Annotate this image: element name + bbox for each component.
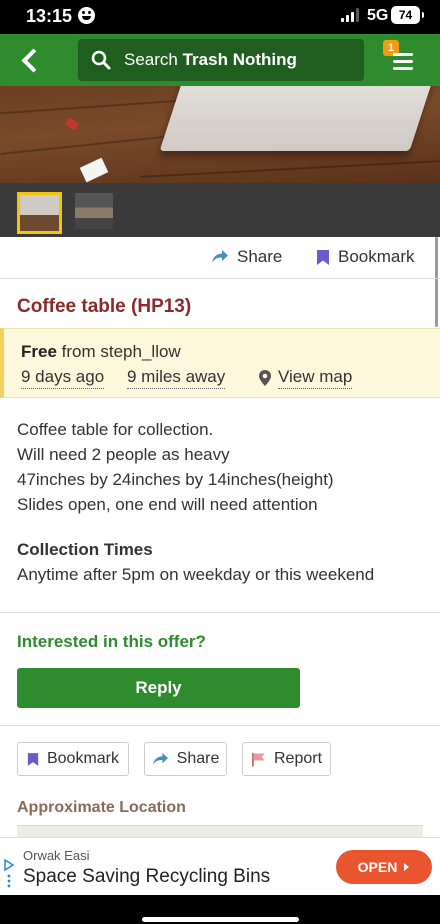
play-arrow-icon xyxy=(404,863,410,871)
listing-content: Share Bookmark Coffee table (HP13) Free … xyxy=(0,237,440,837)
bookmark-icon xyxy=(27,752,39,766)
location-map[interactable] xyxy=(17,825,423,837)
ad-headline: Space Saving Recycling Bins xyxy=(23,866,271,887)
ad-open-button[interactable]: OPEN xyxy=(336,850,432,884)
listing-title: Coffee table (HP13) xyxy=(17,296,192,317)
reply-button[interactable]: Reply xyxy=(17,668,300,708)
collection-times-heading: Collection Times xyxy=(17,540,153,559)
bookmark-link[interactable]: Bookmark xyxy=(316,247,415,267)
offer-info-box: Free from steph_llow 9 days ago 9 miles … xyxy=(0,328,440,398)
report-button[interactable]: Report xyxy=(242,742,331,776)
battery-icon: 74 xyxy=(391,6,424,24)
poster-name[interactable]: from steph_llow xyxy=(62,342,181,361)
share-icon xyxy=(212,250,228,263)
map-pin-icon xyxy=(259,370,271,386)
approximate-location-heading: Approximate Location xyxy=(17,799,186,816)
status-time: 13:15 xyxy=(26,6,73,26)
bookmark-icon xyxy=(317,249,329,265)
share-icon xyxy=(152,752,168,765)
listing-description: Coffee table for collection. Will need 2… xyxy=(17,420,334,514)
search-bar[interactable]: Search Trash Nothing xyxy=(78,39,364,81)
top-action-row: Share Bookmark xyxy=(0,237,440,278)
top-navigation: Search Trash Nothing 1 xyxy=(0,34,440,86)
listing-photo[interactable] xyxy=(0,86,440,183)
thumbnail-1[interactable] xyxy=(17,192,62,234)
offer-source: Free from steph_llow xyxy=(21,342,181,362)
ad-choices-icon[interactable] xyxy=(4,858,14,888)
offer-type: Free xyxy=(21,342,57,361)
smiley-icon xyxy=(78,7,95,24)
divider xyxy=(0,278,440,279)
share-button[interactable]: Share xyxy=(144,742,227,776)
signal-icon xyxy=(341,8,363,22)
search-placeholder: Search Trash Nothing xyxy=(124,50,297,69)
search-icon xyxy=(91,50,111,70)
home-area xyxy=(0,895,440,924)
view-map-link[interactable]: View map xyxy=(258,367,353,389)
collection-times-text: Anytime after 5pm on weekday or this wee… xyxy=(17,565,375,584)
menu-button[interactable]: 1 xyxy=(381,40,425,80)
back-button[interactable] xyxy=(10,40,50,80)
network-type: 5G xyxy=(367,7,389,24)
bookmark-button[interactable]: Bookmark xyxy=(17,742,129,776)
flag-icon xyxy=(251,752,265,766)
interested-heading: Interested in this offer? xyxy=(17,632,206,651)
status-bar: 13:15 5G 74 xyxy=(0,0,440,34)
divider xyxy=(0,612,440,613)
photo-thumbnails xyxy=(0,183,440,237)
divider xyxy=(0,725,440,726)
thumbnail-2[interactable] xyxy=(75,193,113,229)
home-indicator[interactable] xyxy=(142,917,299,922)
ad-advertiser: Orwak Easi xyxy=(23,848,90,863)
hamburger-icon xyxy=(393,53,413,56)
distance: 9 miles away xyxy=(127,367,226,389)
share-link[interactable]: Share xyxy=(211,247,282,267)
posted-age: 9 days ago xyxy=(21,367,105,389)
ad-banner[interactable]: Orwak Easi Space Saving Recycling Bins O… xyxy=(0,837,440,895)
